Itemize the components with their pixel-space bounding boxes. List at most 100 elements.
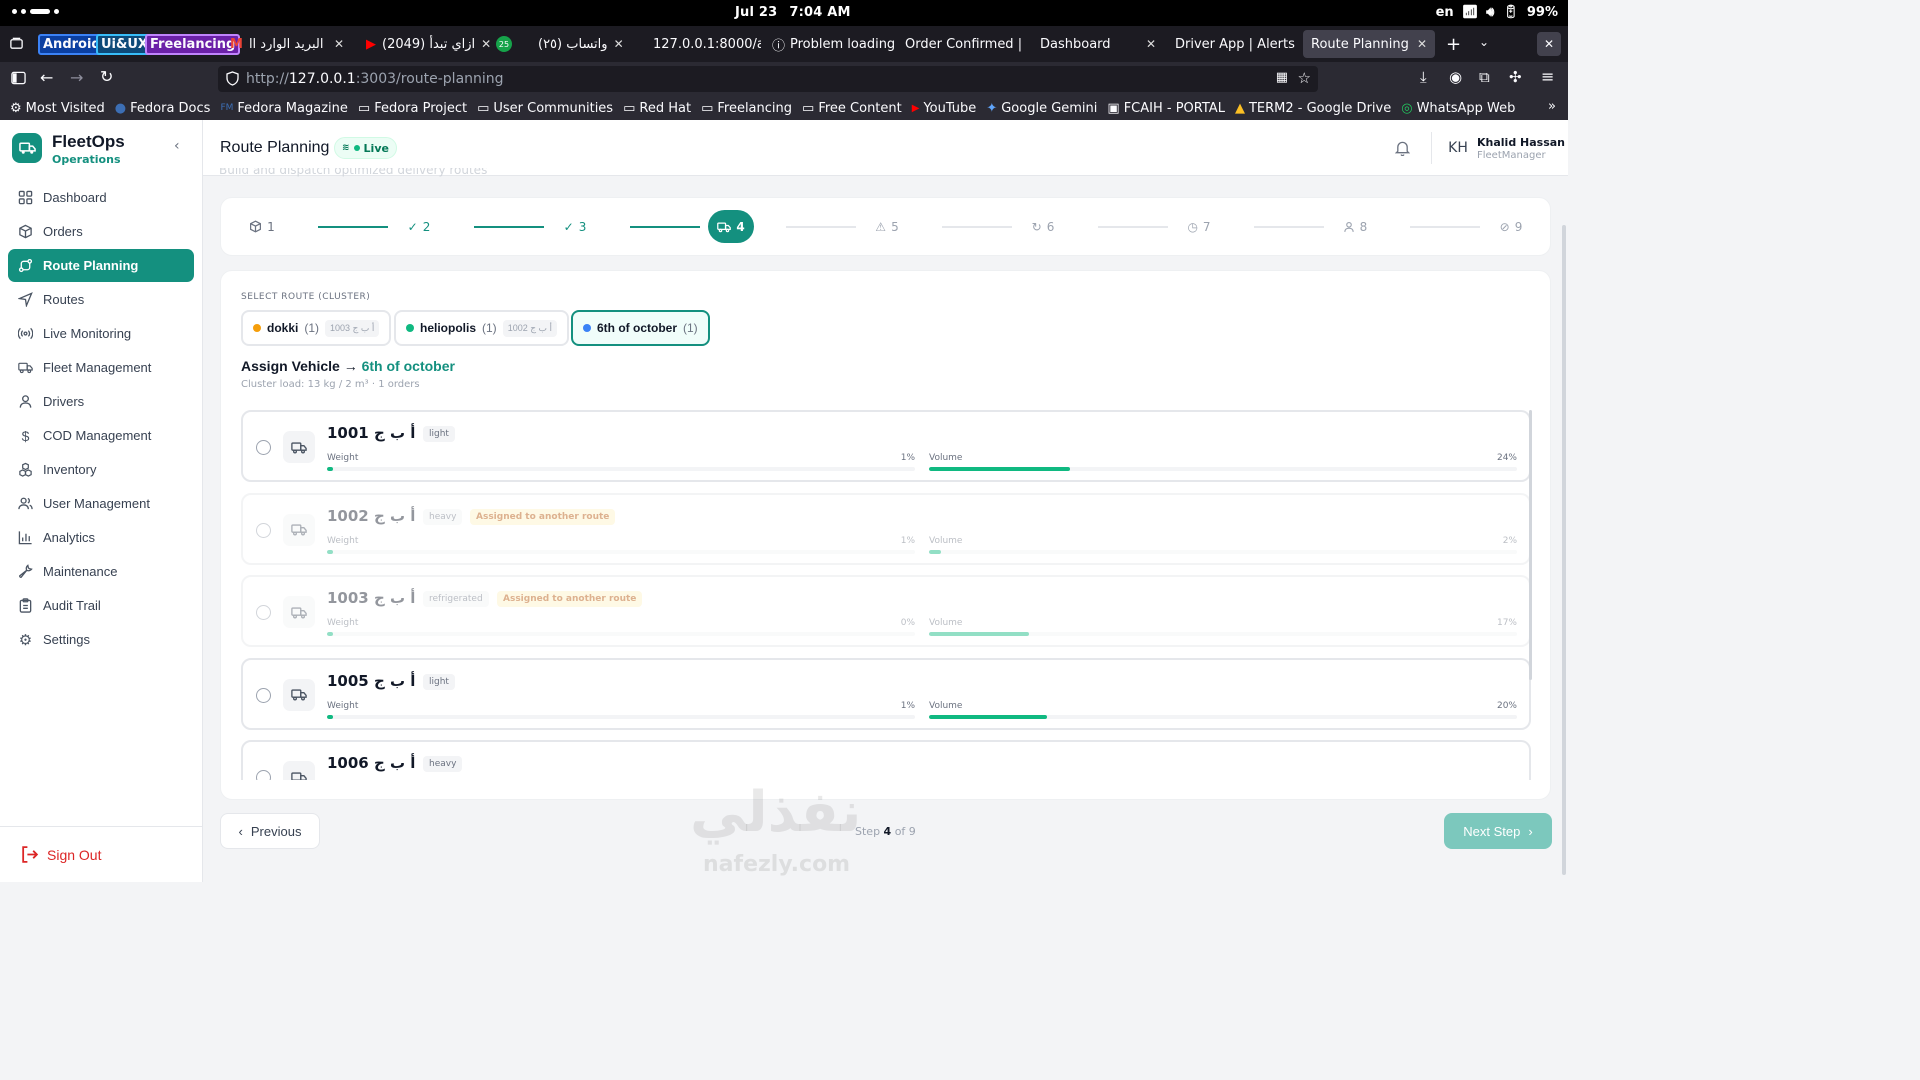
sidebar-toggle-icon[interactable] (11, 71, 26, 85)
sidebar-item-user-management[interactable]: User Management (8, 487, 194, 520)
account-icon[interactable]: ◉ (1449, 68, 1462, 86)
bookmark-fedora-magazine[interactable]: FM Fedora Magazine (220, 101, 347, 116)
user-name[interactable]: Khalid Hassan (1477, 136, 1565, 149)
sidebar-item-settings[interactable]: ⚙ Settings (8, 623, 194, 656)
reload-icon[interactable]: ↻ (100, 67, 113, 86)
notifications-bell-icon[interactable] (1395, 140, 1410, 156)
workspace-indicator[interactable] (12, 9, 59, 14)
sidebar-item-label: Orders (43, 224, 83, 239)
bookmark-youtube[interactable]: ▶ YouTube (912, 101, 977, 116)
vehicle-radio[interactable] (256, 770, 271, 780)
sidebar-item-route-planning[interactable]: Route Planning (8, 249, 194, 282)
vehicle-radio[interactable] (256, 687, 271, 703)
sidebar-item-cod-management[interactable]: $ COD Management (8, 419, 194, 452)
step-9[interactable]: ⊘ 9 (1488, 210, 1534, 243)
tab-localhost[interactable]: 127.0.0.1:8000/a (645, 30, 761, 58)
vehicle-row[interactable]: أ ب ج 1001 light Weight 1% Volume 24% (241, 410, 1531, 482)
step-4[interactable]: 4 (708, 210, 754, 243)
step-5[interactable]: ⚠ 5 (864, 210, 910, 243)
menu-hamburger-icon[interactable]: ≡ (1541, 67, 1554, 86)
tab-list-chevron-icon[interactable]: ⌄ (1479, 35, 1489, 49)
bookmark-free-content[interactable]: ▭ Free Content (802, 101, 902, 116)
bookmark-fedora-docs[interactable]: ● Fedora Docs (115, 101, 211, 116)
new-tab-icon[interactable]: + (1446, 34, 1461, 55)
tab-whatsapp[interactable]: (٢٥) واتساب ✕ (530, 30, 626, 58)
tab-driver-app[interactable]: Driver App | Alerts✕ (1167, 30, 1297, 58)
sidebar-item-inventory[interactable]: Inventory (8, 453, 194, 486)
url-bar[interactable]: http://127.0.0.1:3003/route-planning ▦ ☆ (218, 66, 1318, 92)
step-7[interactable]: ◷ 7 (1176, 210, 1222, 243)
battery-icon[interactable]: 🔋︎ (1502, 5, 1519, 20)
cluster-button-dokki[interactable]: dokki (1) 1003 أ ب ج (241, 310, 392, 346)
sidebar-item-maintenance[interactable]: Maintenance (8, 555, 194, 588)
tab-order-confirmed[interactable]: Order Confirmed |✕ (897, 30, 1027, 58)
users-icon (18, 497, 33, 510)
tab-pinned-badge[interactable]: 25 (496, 30, 520, 58)
bookmark-star-icon[interactable]: ☆ (1298, 69, 1311, 87)
step-8[interactable]: 8 (1332, 210, 1378, 243)
vehicle-row[interactable]: أ ب ج 1003 refrigerated Assigned to anothe… (241, 575, 1531, 647)
extensions-icon[interactable]: ⧉ (1479, 68, 1490, 86)
vehicle-list-scrollbar[interactable] (1529, 410, 1532, 680)
page-scrollbar[interactable] (1562, 225, 1566, 875)
cluster-button-heliopolis[interactable]: heliopolis (1) 1002 أ ب ج (394, 310, 570, 346)
system-clock[interactable]: Jul 23 7:04 AM (735, 5, 851, 20)
close-tab-icon[interactable]: ✕ (328, 37, 344, 51)
step-2[interactable]: ✓ 2 (396, 210, 442, 243)
tab-gmail[interactable]: M البريد الوارد اا ✕ (222, 30, 352, 58)
extension-puzzle-icon[interactable]: ✣ (1509, 68, 1522, 86)
bookmark-google-gemini[interactable]: ✦ Google Gemini (986, 101, 1097, 116)
sidebar-item-fleet-management[interactable]: Fleet Management (8, 351, 194, 384)
back-arrow-icon[interactable]: ← (40, 68, 53, 87)
tab-overview-icon[interactable] (9, 36, 24, 51)
sidebar-item-drivers[interactable]: Drivers (8, 385, 194, 418)
bookmark-fcaih-portal[interactable]: ▣ FCAIH - PORTAL (1107, 101, 1225, 116)
volume-icon[interactable]: 🔊︎ (1486, 5, 1494, 20)
vehicle-row[interactable]: أ ب ج 1005 light Weight 1% Volume 20% (241, 657, 1531, 730)
bookmark-most-visited[interactable]: ⚙ Most Visited (10, 101, 105, 116)
sidebar-item-audit-trail[interactable]: Audit Trail (8, 589, 194, 622)
bookmark-whatsapp-web[interactable]: ◎ WhatsApp Web (1401, 101, 1515, 116)
close-tab-icon[interactable]: ✕ (1295, 37, 1297, 51)
wifi-icon[interactable]: 📶︎ (1462, 5, 1479, 20)
bookmarks-overflow-icon[interactable]: » (1548, 99, 1556, 114)
close-tab-icon[interactable]: ✕ (1411, 37, 1427, 51)
avatar[interactable]: KH (1444, 134, 1472, 162)
language-indicator[interactable]: en (1436, 5, 1454, 20)
sidebar-item-live-monitoring[interactable]: Live Monitoring (8, 317, 194, 350)
bookmark-freelancing[interactable]: ▭ Freelancing (701, 101, 792, 116)
sidebar-item-dashboard[interactable]: Dashboard (8, 181, 194, 214)
close-tab-icon[interactable]: ✕ (608, 37, 624, 51)
sidebar-item-analytics[interactable]: Analytics (8, 521, 194, 554)
qr-code-icon[interactable]: ▦ (1276, 70, 1288, 85)
vehicle-radio[interactable] (256, 605, 271, 620)
previous-button[interactable]: ‹ Previous (220, 813, 320, 849)
bookmark-term2-drive[interactable]: ▲ TERM2 - Google Drive (1235, 101, 1391, 116)
step-1[interactable]: 1 (239, 210, 285, 243)
next-step-button[interactable]: Next Step › (1444, 813, 1552, 849)
sidebar-item-orders[interactable]: Orders (8, 215, 194, 248)
sign-out-button[interactable]: Sign Out (0, 826, 202, 882)
sidebar-item-routes[interactable]: Routes (8, 283, 194, 316)
cluster-button-6th-of-october[interactable]: 6th of october (1) (571, 310, 710, 346)
step-6[interactable]: ↻ 6 (1020, 210, 1066, 243)
close-window-icon[interactable]: ✕ (1537, 32, 1561, 56)
tab-dashboard[interactable]: Dashboard ✕ (1032, 30, 1164, 58)
bookmark-fedora-project[interactable]: ▭ Fedora Project (358, 101, 467, 116)
step-3[interactable]: ✓ 3 (552, 210, 598, 243)
downloads-icon[interactable]: ⤓ (1420, 68, 1427, 86)
close-tab-icon[interactable]: ✕ (475, 37, 490, 51)
tab-youtube[interactable]: ▶ (2049) ازاي تبدأ ✕ (358, 30, 490, 58)
tab-route-planning[interactable]: Route Planning ✕ (1303, 30, 1435, 58)
bookmark-red-hat[interactable]: ▭ Red Hat (623, 101, 691, 116)
close-tab-icon[interactable]: ✕ (1140, 37, 1156, 51)
forward-arrow-icon[interactable]: → (70, 68, 83, 87)
bookmark-user-communities[interactable]: ▭ User Communities (477, 101, 613, 116)
vehicle-row[interactable]: أ ب ج 1002 heavy Assigned to another route… (241, 492, 1531, 565)
close-tab-icon[interactable]: ✕ (1022, 37, 1027, 51)
collapse-sidebar-chevron-icon[interactable]: ‹ (174, 138, 180, 154)
vehicle-radio[interactable] (256, 522, 271, 538)
vehicle-row[interactable]: أ ب ج 1006heavyWeightVolume (241, 740, 1531, 780)
vehicle-radio[interactable] (256, 440, 271, 455)
tab-problem-loading[interactable]: ⓘProblem loading✕ (764, 30, 894, 58)
